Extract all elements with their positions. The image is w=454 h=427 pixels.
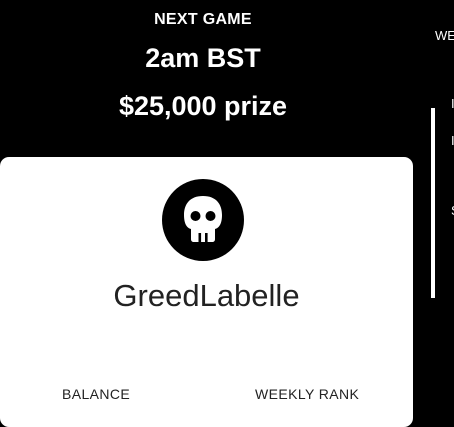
- next-game-heading: NEXT GAME: [154, 11, 252, 28]
- next-game-header: NEXT GAME 2am BST $25,000 prize: [0, 0, 406, 160]
- username: GreedLabelle: [113, 278, 300, 313]
- skull-icon: [184, 196, 222, 242]
- avatar: [162, 179, 244, 261]
- side-card-edge: [431, 108, 435, 298]
- next-card-peek[interactable]: WE I I S: [431, 0, 454, 412]
- balance-label: BALANCE: [62, 386, 131, 402]
- player-card[interactable]: GreedLabelle BALANCE WEEKLY RANK: [0, 157, 413, 427]
- weekly-rank-label: WEEKLY RANK: [255, 386, 360, 402]
- next-game-prize: $25,000 prize: [118, 91, 288, 121]
- next-game-time: 2am BST: [145, 43, 261, 73]
- side-card-title: WE: [435, 28, 454, 43]
